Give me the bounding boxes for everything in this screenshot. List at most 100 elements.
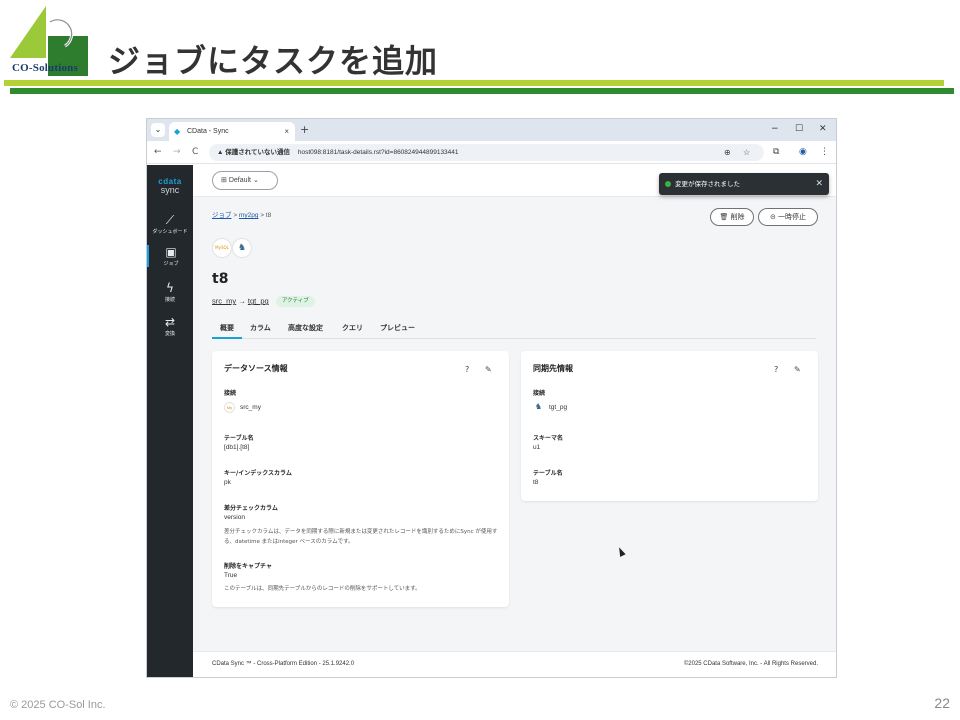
- window-close-icon[interactable]: ✕: [819, 123, 827, 135]
- footer-copyright: ©2025 CData Software, Inc. - All Rights …: [683, 661, 818, 667]
- breadcrumb-separator: >: [260, 212, 265, 219]
- address-bar[interactable]: ▲ 保護されていない通信 host098:8181/task-details.r…: [209, 144, 764, 161]
- minimize-icon[interactable]: −: [771, 123, 779, 135]
- sidebar: cdata sync ⟋ ダッシュボード ▣ ジョブ ϟ 接続 ⇄ 変換: [147, 165, 193, 677]
- field-value: version: [224, 514, 245, 521]
- profile-icon[interactable]: ◉: [799, 146, 807, 158]
- url-text: host098:8181/task-details.rst?id=8608249…: [297, 149, 459, 156]
- save-toast: 変更が保存されました ✕: [659, 173, 829, 195]
- breadcrumb-job[interactable]: my2pg: [239, 212, 259, 219]
- mysql-icon: My: [224, 402, 235, 413]
- maximize-icon[interactable]: ☐: [795, 123, 803, 135]
- field-label: 接続: [533, 390, 546, 397]
- breadcrumb: ジョブ > my2pg > t8: [212, 209, 271, 219]
- footer-version: CData Sync ™ - Cross-Platform Edition - …: [212, 661, 355, 667]
- workspace-selector[interactable]: ⊞ Default ⌄: [212, 171, 278, 190]
- main-content: ⊞ Default ⌄ 変更が保存されました ✕ ジョブ > my2pg > t…: [193, 165, 836, 677]
- brand-sync: sync: [160, 185, 180, 195]
- tab-overview[interactable]: 概要: [212, 321, 242, 339]
- extensions-icon[interactable]: ⧉: [773, 146, 779, 158]
- cdata-sync-app: cdata sync ⟋ ダッシュボード ▣ ジョブ ϟ 接続 ⇄ 変換 ⊞ D…: [147, 165, 836, 677]
- pause-icon: ⊝: [769, 213, 779, 221]
- arrow-icon: →: [238, 296, 246, 306]
- breadcrumb-separator: >: [233, 212, 238, 219]
- bookmark-star-icon[interactable]: ☆: [743, 144, 750, 161]
- delete-label: 削除: [730, 213, 745, 221]
- chart-icon: ⟋: [165, 213, 175, 227]
- pause-label: 一時停止: [778, 213, 807, 221]
- trash-icon: 🗑: [719, 213, 731, 221]
- task-route: src_my → tgt_pg アクティブ: [212, 296, 315, 307]
- sidebar-item-label: 接続: [164, 297, 175, 303]
- help-icon[interactable]: ?: [465, 365, 469, 374]
- field-label: 接続: [224, 390, 237, 397]
- title-underline-dark: [10, 88, 954, 94]
- delete-button[interactable]: 🗑 削除: [710, 208, 754, 226]
- app-topbar: ⊞ Default ⌄ 変更が保存されました ✕: [193, 165, 836, 197]
- field-help: このテーブルは、同期先テーブルからのレコードの削除をサポートしています。: [224, 586, 421, 592]
- cdata-favicon-icon: ◆: [174, 127, 181, 136]
- task-title: t8: [212, 271, 229, 287]
- workspace-name: Default: [228, 177, 251, 184]
- field-label: テーブル名: [533, 470, 563, 477]
- sidebar-item-label: ジョブ: [163, 261, 179, 267]
- field-value: pk: [224, 479, 231, 486]
- tab-columns[interactable]: カラム: [250, 321, 271, 339]
- mysql-icon: MySQL: [212, 238, 232, 258]
- edit-icon[interactable]: ✎: [794, 365, 801, 374]
- target-connection: ♞ tgt_pg: [534, 402, 568, 412]
- source-info-card: データソース情報 ? ✎ 接続 My src_my テーブル名 [db1].[t8…: [212, 351, 509, 607]
- tab-preview[interactable]: プレビュー: [380, 321, 415, 339]
- logo-text: CO-Solutions: [12, 62, 78, 74]
- tab-title: CData - Sync: [187, 128, 229, 135]
- field-value: True: [224, 572, 238, 579]
- bolt-icon: ϟ: [166, 281, 174, 295]
- sidebar-item-transforms[interactable]: ⇄ 変換: [147, 315, 193, 337]
- sidebar-item-label: 変換: [164, 331, 175, 337]
- browser-tab[interactable]: ◆ CData - Sync ×: [169, 122, 295, 141]
- forward-icon[interactable]: →: [173, 146, 181, 158]
- browser-menu-icon[interactable]: ⋮: [820, 146, 829, 158]
- warning-icon: ▲: [217, 149, 226, 156]
- sidebar-item-label: ダッシュボード: [152, 229, 188, 235]
- breadcrumb-jobs[interactable]: ジョブ: [212, 212, 232, 219]
- field-value: [db1].[t8]: [224, 444, 250, 451]
- tab-strip: ⌄ ◆ CData - Sync × + − ☐ ✕: [147, 119, 836, 141]
- source-connection: My src_my: [224, 402, 261, 413]
- zoom-icon[interactable]: ⊕: [724, 144, 731, 161]
- tab-search-chevron-icon[interactable]: ⌄: [151, 123, 165, 137]
- help-icon[interactable]: ?: [774, 365, 778, 374]
- source-link[interactable]: src_my: [212, 296, 236, 305]
- chevron-down-icon: ⌄: [252, 177, 259, 184]
- new-tab-icon[interactable]: +: [300, 122, 309, 138]
- tab-query[interactable]: クエリ: [342, 321, 363, 339]
- brand[interactable]: cdata sync: [147, 177, 193, 195]
- browser-window: ⌄ ◆ CData - Sync × + − ☐ ✕ ← → C ▲ 保護されて…: [146, 118, 837, 678]
- target-link[interactable]: tgt_pg: [248, 296, 269, 305]
- status-badge: アクティブ: [275, 296, 315, 307]
- card-title: データソース情報: [224, 364, 288, 373]
- slide-title: ジョブにタスクを追加: [108, 42, 439, 80]
- grid-icon: ⊞: [221, 177, 229, 184]
- page-number: 22: [934, 695, 950, 711]
- edit-icon[interactable]: ✎: [485, 365, 492, 374]
- field-label: 差分チェックカラム: [224, 505, 278, 512]
- tab-advanced[interactable]: 高度な設定: [288, 321, 323, 339]
- swap-icon: ⇄: [164, 315, 176, 329]
- tab-close-icon[interactable]: ×: [284, 122, 289, 141]
- field-label: 削除をキャプチャ: [224, 563, 272, 570]
- sidebar-item-dashboard[interactable]: ⟋ ダッシュボード: [147, 213, 193, 235]
- success-icon: [665, 181, 671, 187]
- reload-icon[interactable]: C: [192, 146, 198, 158]
- field-label: キー/インデックスカラム: [224, 470, 292, 477]
- sidebar-item-connections[interactable]: ϟ 接続: [147, 281, 193, 303]
- postgresql-icon: ♞: [232, 238, 252, 258]
- security-warning: 保護されていない通信: [225, 149, 291, 156]
- toast-close-icon[interactable]: ✕: [815, 173, 823, 195]
- pause-button[interactable]: ⊝ 一時停止: [758, 208, 818, 226]
- browser-toolbar: ← → C ▲ 保護されていない通信 host098:8181/task-det…: [147, 141, 836, 164]
- sidebar-item-jobs[interactable]: ▣ ジョブ: [147, 245, 193, 267]
- field-value: u1: [533, 444, 541, 451]
- task-tabs: 概要 カラム 高度な設定 クエリ プレビュー: [212, 321, 816, 339]
- back-icon[interactable]: ←: [154, 146, 162, 158]
